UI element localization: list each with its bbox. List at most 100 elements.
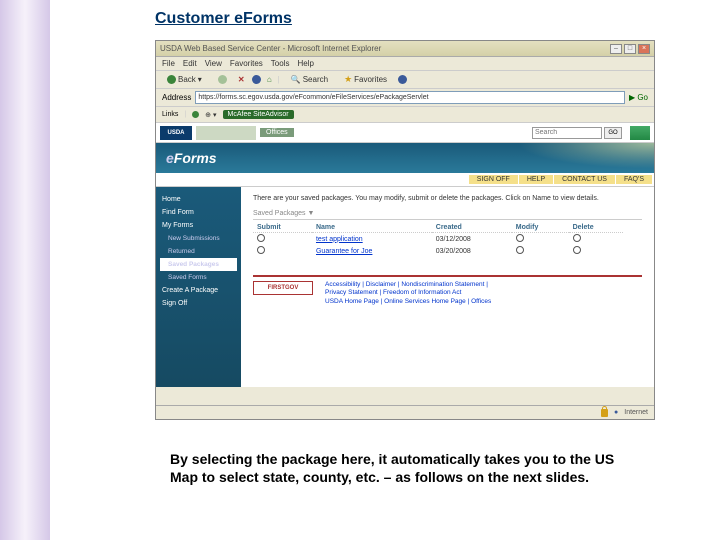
package-link[interactable]: test application [316, 236, 363, 243]
col-modify: Modify [512, 223, 569, 233]
signoff-link[interactable]: SIGN OFF [469, 175, 518, 184]
site-search-go[interactable]: GO [604, 127, 622, 139]
col-submit: Submit [253, 223, 312, 233]
history-icon[interactable] [398, 75, 407, 84]
minimize-button[interactable]: – [610, 44, 622, 54]
menu-help[interactable]: Help [297, 59, 313, 68]
slide-caption: By selecting the package here, it automa… [170, 450, 640, 486]
address-bar: Address https://forms.sc.egov.usda.gov/e… [156, 89, 654, 107]
sidebar-item-sign-off[interactable]: Sign Off [160, 297, 237, 310]
links-separator: | [184, 111, 186, 118]
main-area: Home Find Form My Forms New Submissions … [156, 187, 654, 387]
siteadvisor-icon [192, 111, 199, 118]
menu-view[interactable]: View [205, 59, 222, 68]
zone-icon: ● [614, 409, 618, 416]
usda-header: USDA Offices GO [156, 123, 654, 143]
footer-links: Accessibility | Disclaimer | Nondiscrimi… [325, 281, 491, 306]
modify-radio[interactable] [516, 246, 524, 254]
footer-line-3[interactable]: USDA Home Page | Online Services Home Pa… [325, 298, 491, 306]
stop-icon[interactable]: ✕ [238, 76, 246, 84]
eforms-banner: eForms [156, 143, 654, 173]
sidebar-item-create-package[interactable]: Create A Package [160, 284, 237, 297]
service-center-logo [196, 126, 256, 140]
footer-line-2[interactable]: Privacy Statement | Freedom of Informati… [325, 289, 491, 297]
home-icon[interactable]: ⌂ [267, 75, 272, 84]
window-title-text: USDA Web Based Service Center - Microsof… [160, 44, 381, 53]
sidebar-item-home[interactable]: Home [160, 193, 237, 206]
sidebar-item-my-forms[interactable]: My Forms [160, 219, 237, 232]
favorites-button[interactable]: ★ Favorites [339, 72, 392, 87]
col-created: Created [432, 223, 512, 233]
usda-logo: USDA [160, 126, 192, 140]
browser-toolbar: Back ▾ ✕ ⌂ | 🔍 Search ★ Favorites [156, 71, 654, 89]
forward-button[interactable] [213, 73, 232, 86]
zone-label: Internet [624, 409, 648, 416]
maximize-button[interactable]: □ [624, 44, 636, 54]
footer-line-1[interactable]: Accessibility | Disclaimer | Nondiscrimi… [325, 281, 491, 289]
refresh-icon[interactable] [252, 75, 261, 84]
help-link[interactable]: HELP [519, 175, 553, 184]
eforms-logo: eForms [166, 150, 217, 166]
address-value: https://forms.sc.egov.usda.gov/eFcommon/… [198, 94, 428, 101]
delete-radio[interactable] [573, 246, 581, 254]
menu-file[interactable]: File [162, 59, 175, 68]
siteadvisor-pill[interactable]: McAfee SiteAdvisor [223, 110, 294, 119]
sidebar: Home Find Form My Forms New Submissions … [156, 187, 241, 387]
col-delete: Delete [569, 223, 623, 233]
go-button[interactable]: ▶ Go [629, 93, 648, 102]
chevron-down-icon: ▾ [198, 75, 202, 84]
back-label: Back [178, 75, 196, 84]
search-label: Search [303, 75, 328, 84]
package-link[interactable]: Guarantee for Joe [316, 248, 372, 255]
links-bar: Links | ⊕ ▾ McAfee SiteAdvisor [156, 107, 654, 123]
back-icon [167, 75, 176, 84]
address-label: Address [162, 93, 191, 102]
link-shortcut[interactable]: ⊕ ▾ [205, 111, 216, 119]
menu-favorites[interactable]: Favorites [230, 59, 263, 68]
packages-table: Submit Name Created Modify Delete test a… [253, 223, 623, 257]
sidebar-item-saved-packages[interactable]: Saved Packages [160, 258, 237, 271]
section-heading: Saved Packages ▼ [253, 210, 642, 220]
page-footer: FIRSTGOV Accessibility | Disclaimer | No… [253, 275, 642, 306]
intro-text: There are your saved packages. You may m… [253, 195, 642, 202]
sidebar-item-find-form[interactable]: Find Form [160, 206, 237, 219]
modify-radio[interactable] [516, 234, 524, 242]
table-row: test application 03/12/2008 [253, 233, 623, 246]
search-icon: 🔍 [291, 75, 301, 84]
col-name: Name [312, 223, 432, 233]
utility-link-strip: SIGN OFF HELP CONTACT US FAQ'S [156, 173, 654, 187]
site-search-input[interactable] [532, 127, 602, 139]
back-button[interactable]: Back ▾ [162, 73, 207, 86]
sidebar-item-returned[interactable]: Returned [160, 245, 237, 258]
delete-radio[interactable] [573, 234, 581, 242]
status-bar: ● Internet [156, 405, 654, 419]
forward-icon [218, 75, 227, 84]
contact-link[interactable]: CONTACT US [554, 175, 615, 184]
submit-radio[interactable] [257, 246, 265, 254]
links-label: Links [162, 111, 178, 118]
header-graphic [630, 126, 650, 140]
content-pane: There are your saved packages. You may m… [241, 187, 654, 387]
address-input[interactable]: https://forms.sc.egov.usda.gov/eFcommon/… [195, 91, 625, 104]
table-row: Guarantee for Joe 03/20/2008 [253, 245, 623, 257]
banner-swoosh [494, 143, 654, 173]
menu-tools[interactable]: Tools [271, 59, 290, 68]
submit-radio[interactable] [257, 234, 265, 242]
menu-bar: File Edit View Favorites Tools Help [156, 57, 654, 71]
favorites-label: Favorites [354, 75, 387, 84]
offices-tab[interactable]: Offices [260, 128, 294, 137]
created-cell: 03/12/2008 [432, 233, 512, 246]
sidebar-item-new-submissions[interactable]: New Submissions [160, 232, 237, 245]
star-icon: ★ [344, 74, 352, 85]
slide-title: Customer eForms [155, 10, 292, 28]
menu-edit[interactable]: Edit [183, 59, 197, 68]
browser-window: USDA Web Based Service Center - Microsof… [155, 40, 655, 420]
close-button[interactable]: × [638, 44, 650, 54]
slide-accent-bar [0, 0, 50, 540]
faqs-link[interactable]: FAQ'S [616, 175, 652, 184]
lock-icon [601, 409, 608, 417]
created-cell: 03/20/2008 [432, 245, 512, 257]
search-button[interactable]: 🔍 Search [286, 73, 333, 86]
sidebar-item-saved-forms[interactable]: Saved Forms [160, 271, 237, 284]
firstgov-logo[interactable]: FIRSTGOV [253, 281, 313, 295]
